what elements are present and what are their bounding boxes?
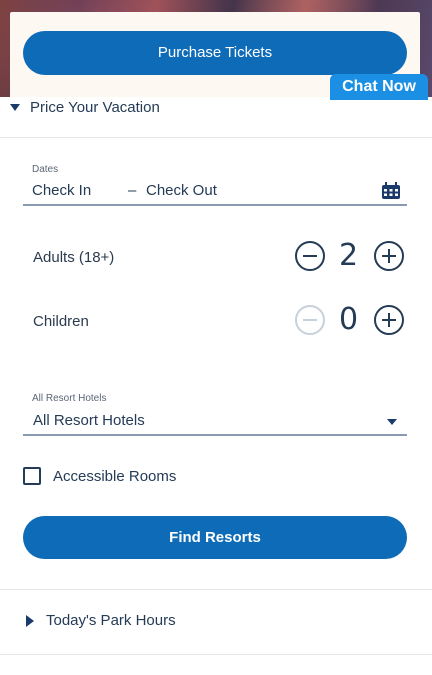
resort-selected-value: All Resort Hotels [33,412,145,429]
date-separator: – [128,182,137,199]
check-in-field[interactable]: Check In [32,182,91,199]
plus-icon-v [388,313,390,327]
park-hours-title: Today's Park Hours [46,612,176,629]
price-vacation-toggle[interactable]: Price Your Vacation [10,97,160,117]
chat-now-button[interactable]: Chat Now [330,74,428,100]
accessible-rooms-checkbox[interactable] [23,467,41,485]
page: Purchase Tickets Chat Now Price Your Vac… [0,0,432,675]
calendar-icon[interactable] [381,182,401,200]
children-increment-button[interactable] [374,305,404,335]
dates-field[interactable]: Check In – Check Out [23,178,407,206]
divider [0,589,432,590]
check-out-field[interactable]: Check Out [146,182,217,199]
divider [0,654,432,655]
children-label: Children [33,313,89,330]
minus-icon [303,319,317,321]
children-count: 0 [339,302,359,337]
dates-label: Dates [32,164,59,175]
caret-right-icon [26,614,34,627]
resort-select-label: All Resort Hotels [32,393,107,404]
caret-down-icon [10,103,20,111]
children-decrement-button[interactable] [295,305,325,335]
price-vacation-title: Price Your Vacation [30,98,160,116]
purchase-tickets-button[interactable]: Purchase Tickets [23,31,407,75]
adults-count: 2 [339,238,359,273]
adults-decrement-button[interactable] [295,241,325,271]
find-resorts-button[interactable]: Find Resorts [23,516,407,559]
divider [0,137,432,138]
plus-icon-v [388,249,390,263]
minus-icon [303,255,317,257]
adults-label: Adults (18+) [33,249,115,266]
resort-select[interactable]: All Resort Hotels [23,408,407,436]
park-hours-toggle[interactable]: Today's Park Hours [26,612,176,629]
accessible-rooms-label[interactable]: Accessible Rooms [53,468,176,485]
chevron-down-icon [387,419,397,425]
adults-increment-button[interactable] [374,241,404,271]
